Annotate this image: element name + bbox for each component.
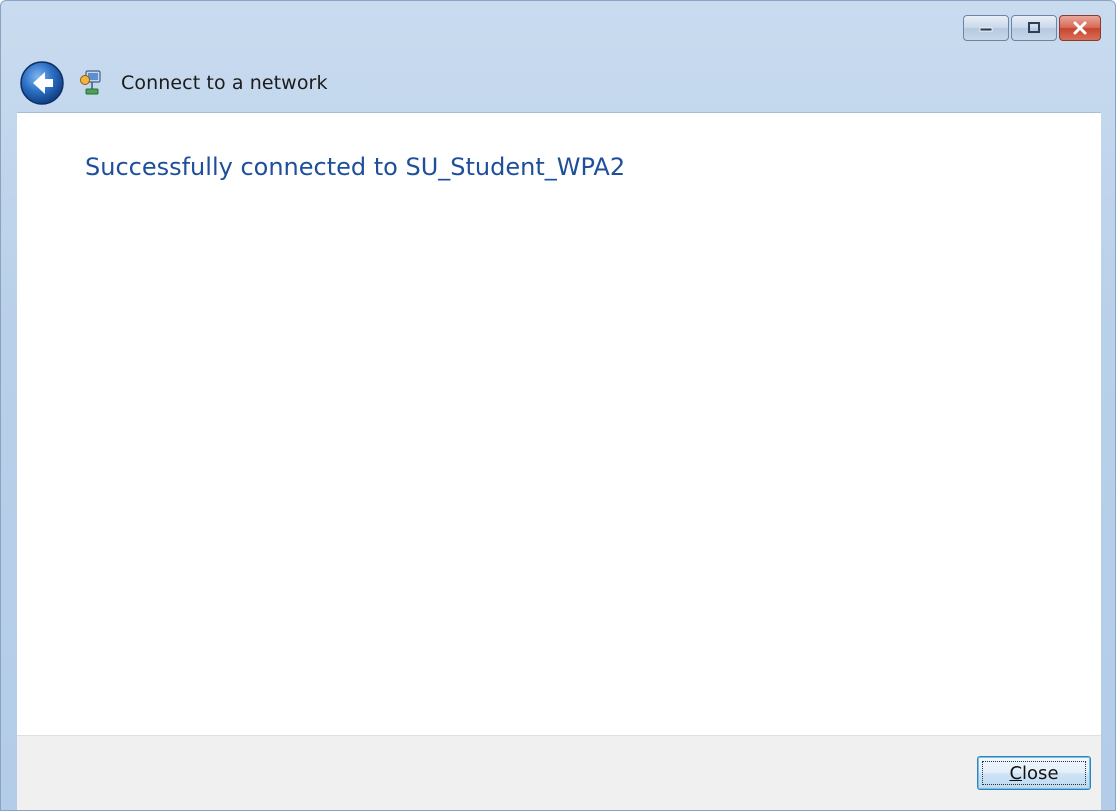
close-label-rest: lose [1022,762,1059,784]
status-heading: Successfully connected to SU_Student_WPA… [85,153,626,181]
header: Connect to a network [19,59,328,107]
close-label-access-key: C [1009,762,1023,784]
content-area: Successfully connected to SU_Student_WPA… [17,112,1101,735]
maximize-button[interactable] [1011,15,1057,41]
maximize-icon [1028,22,1040,33]
footer-bar: Close [17,735,1101,810]
window-title: Connect to a network [121,72,328,94]
close-button[interactable]: Close [977,756,1091,790]
dialog-window: Connect to a network Successfully connec… [0,0,1116,811]
network-icon [80,70,101,95]
close-icon [1073,21,1087,35]
window-close-button[interactable] [1059,15,1101,41]
minimize-button[interactable] [963,15,1009,41]
back-arrow-icon[interactable] [19,60,65,106]
minimize-icon [979,27,993,32]
caption-buttons [963,15,1101,41]
